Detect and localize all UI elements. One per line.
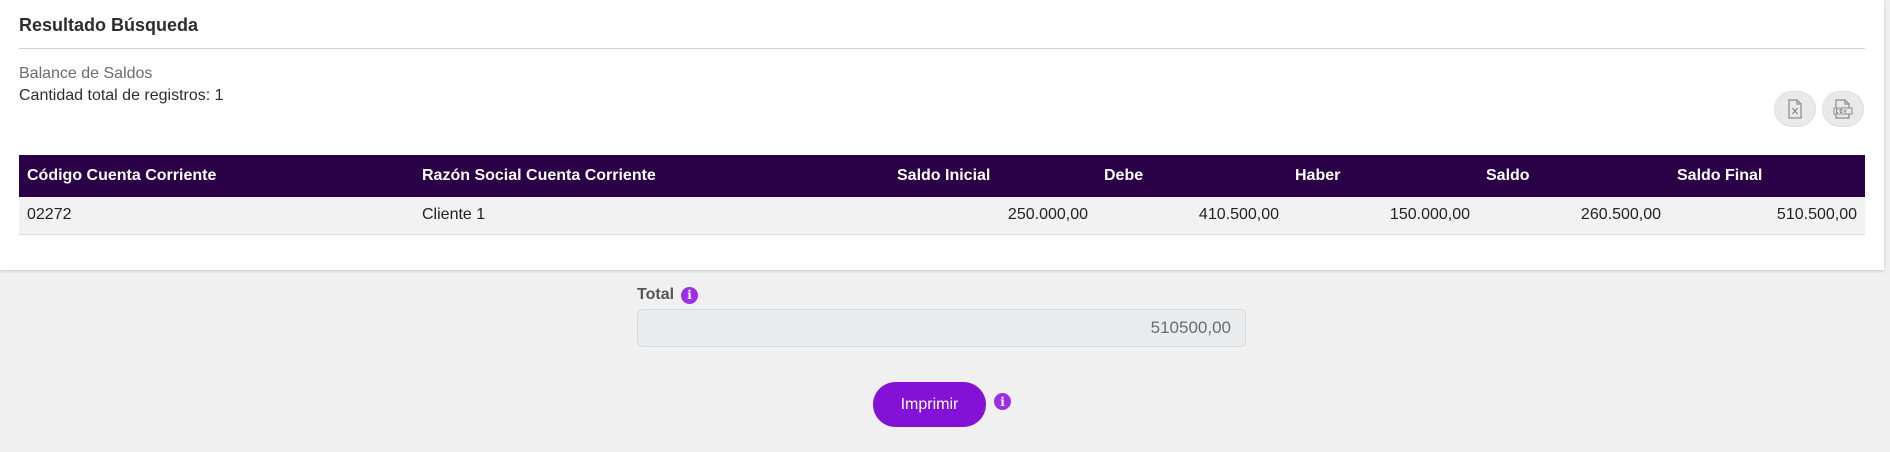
column-header[interactable]: Razón Social Cuenta Corriente <box>414 155 889 197</box>
cell-account-code: 02272 <box>27 206 72 224</box>
cell-initial-balance: 250.000,00 <box>1007 206 1088 224</box>
column-header[interactable]: Saldo <box>1478 155 1669 197</box>
cell-balance: 260.500,00 <box>1580 206 1661 224</box>
column-header[interactable]: Saldo Final <box>1669 155 1865 197</box>
title-divider <box>19 48 1865 49</box>
results-card: Resultado Búsqueda Balance de Saldos Can… <box>0 0 1884 270</box>
report-subtitle: Balance de Saldos <box>19 65 153 82</box>
export-excel-button[interactable] <box>1774 91 1816 127</box>
total-label: Total <box>637 286 675 303</box>
total-field[interactable] <box>637 309 1246 347</box>
total-label-group: Total i <box>637 286 699 304</box>
table-header-row: Código Cuenta Corriente Razón Social Cue… <box>19 155 1865 197</box>
print-button[interactable]: Imprimir <box>873 382 986 427</box>
cell-debit: 410.500,00 <box>1198 206 1279 224</box>
export-csv-button[interactable] <box>1822 91 1864 127</box>
excel-file-icon <box>1788 99 1802 119</box>
csv-file-icon <box>1833 99 1853 119</box>
cell-company-name: Cliente 1 <box>422 206 486 224</box>
balance-table: Código Cuenta Corriente Razón Social Cue… <box>19 155 1865 235</box>
table-row[interactable]: 02272 Cliente 1 250.000,00 410.500,00 15… <box>19 197 1865 234</box>
column-header[interactable]: Debe <box>1096 155 1287 197</box>
cell-final-balance: 510.500,00 <box>1776 206 1857 224</box>
record-count-value: 1 <box>214 87 224 104</box>
record-count-label: Cantidad total de registros: <box>19 87 211 104</box>
column-header[interactable]: Haber <box>1287 155 1478 197</box>
print-info-icon[interactable]: i <box>994 393 1011 410</box>
total-info-icon[interactable]: i <box>681 286 699 304</box>
column-header[interactable]: Saldo Inicial <box>889 155 1096 197</box>
results-title: Resultado Búsqueda <box>19 15 199 35</box>
cell-credit: 150.000,00 <box>1389 206 1470 224</box>
record-count: Cantidad total de registros: 1 <box>19 87 224 105</box>
column-header[interactable]: Código Cuenta Corriente <box>19 155 414 197</box>
